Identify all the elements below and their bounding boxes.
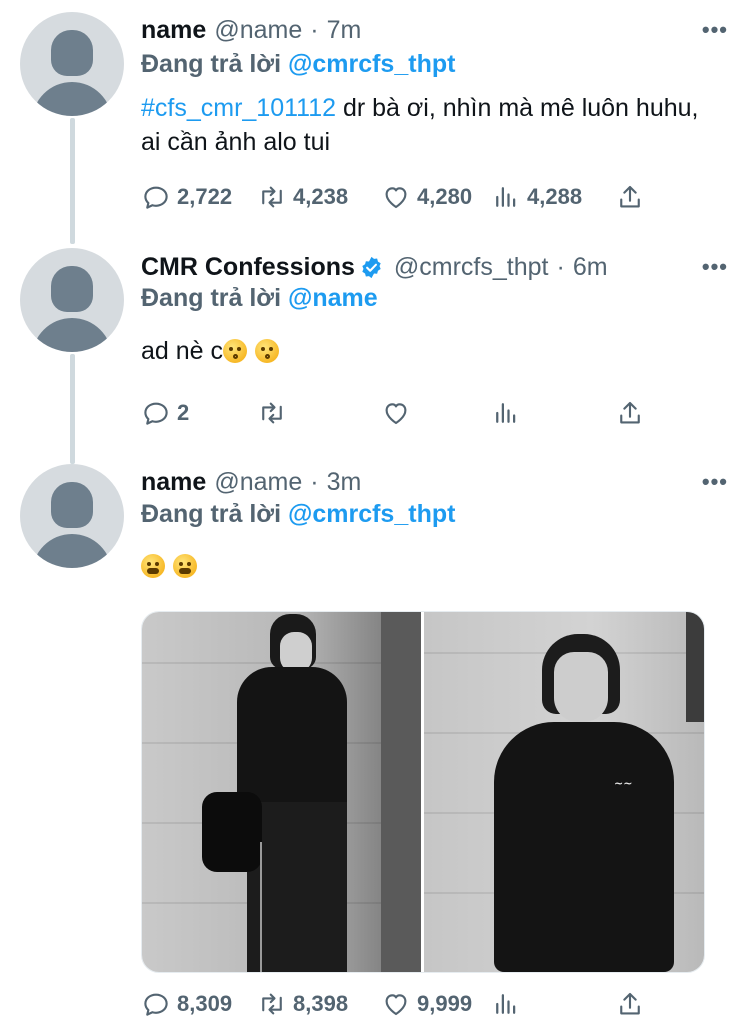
tweet-header: name @name · 3m ••• [141, 465, 728, 499]
share-button[interactable] [615, 989, 645, 1019]
share-icon [620, 401, 640, 424]
views-button[interactable] [491, 989, 615, 1019]
replying-to: Đang trả lời @cmrcfs_thpt [141, 50, 455, 79]
tweet-header: CMR Confessions @cmrcfs_thpt · 6m ••• [141, 250, 728, 284]
tired-face-emoji [141, 554, 165, 578]
separator: · [310, 467, 319, 496]
reply-button[interactable]: 8,309 [141, 989, 257, 1019]
share-icon [620, 992, 640, 1015]
display-name[interactable]: name [141, 16, 206, 45]
kissing-face-emoji [223, 339, 248, 363]
retweet-icon [262, 186, 282, 208]
replying-prefix: Đang trả lời [141, 50, 282, 78]
mention-link[interactable]: @cmrcfs_thpt [288, 500, 455, 528]
tweet[interactable]: name @name · 7m ••• Đang trả lời @cmrcfs… [0, 0, 750, 240]
reply-icon [144, 186, 168, 209]
hashtag-link[interactable]: #cfs_cmr_101112 [141, 94, 336, 122]
handle[interactable]: @name [214, 16, 302, 45]
timestamp[interactable]: 7m [327, 16, 362, 45]
tired-face-emoji [173, 554, 197, 578]
display-name[interactable]: CMR Confessions [141, 253, 355, 282]
retweet-button[interactable] [257, 398, 381, 428]
like-button[interactable]: 9,999 [381, 989, 491, 1019]
action-bar: 2,722 4,238 4,280 4,288 [141, 177, 661, 217]
mention-link[interactable]: @name [288, 284, 378, 312]
photo-right[interactable]: ~~ [424, 612, 704, 972]
tweet-header: name @name · 7m ••• [141, 13, 728, 47]
handle[interactable]: @name [214, 468, 302, 497]
avatar[interactable] [20, 464, 124, 568]
share-icon [620, 185, 640, 208]
action-bar: 2 [141, 393, 661, 433]
replying-prefix: Đang trả lời [141, 284, 282, 312]
retweet-icon [262, 402, 282, 424]
like-icon [385, 403, 407, 425]
retweet-button[interactable]: 4,238 [257, 182, 381, 212]
media-grid: ~~ [141, 611, 705, 973]
views-icon [496, 994, 516, 1014]
reply-button[interactable]: 2,722 [141, 182, 257, 212]
share-button[interactable] [615, 398, 645, 428]
replying-to: Đang trả lời @name [141, 284, 378, 313]
timestamp[interactable]: 6m [573, 253, 608, 282]
avatar[interactable] [20, 248, 124, 352]
retweet-icon [262, 993, 282, 1015]
verified-badge-icon [362, 256, 381, 278]
share-button[interactable] [615, 182, 645, 212]
views-icon [496, 403, 516, 423]
handle[interactable]: @cmrcfs_thpt [394, 253, 549, 282]
like-icon [385, 187, 407, 209]
tweet[interactable]: CMR Confessions @cmrcfs_thpt · 6m ••• Đa… [0, 240, 750, 460]
retweet-count: 8,398 [293, 991, 349, 1016]
retweet-count: 4,238 [293, 184, 349, 209]
action-bar: 8,309 8,398 9,999 [141, 984, 661, 1024]
tweet-body: ad nè c [141, 337, 224, 365]
reply-button[interactable]: 2 [141, 398, 257, 428]
like-icon [385, 994, 407, 1016]
more-icon[interactable]: ••• [702, 465, 728, 499]
views-button[interactable] [491, 398, 615, 428]
like-button[interactable]: 4,280 [381, 182, 491, 212]
reply-count: 2,722 [177, 184, 233, 209]
more-icon[interactable]: ••• [702, 13, 728, 47]
views-icon [496, 187, 516, 207]
tweet-text [141, 549, 721, 583]
reply-icon [144, 402, 168, 425]
mention-link[interactable]: @cmrcfs_thpt [288, 50, 455, 78]
more-icon[interactable]: ••• [702, 250, 728, 284]
like-count: 4,280 [417, 184, 473, 209]
separator: · [310, 15, 319, 44]
retweet-button[interactable]: 8,398 [257, 989, 381, 1019]
separator: · [556, 252, 565, 281]
reply-icon [144, 993, 168, 1016]
view-count: 4,288 [527, 184, 583, 209]
display-name[interactable]: name [141, 468, 206, 497]
like-button[interactable] [381, 398, 491, 428]
replying-to: Đang trả lời @cmrcfs_thpt [141, 500, 455, 529]
timestamp[interactable]: 3m [327, 468, 362, 497]
photo-left[interactable] [142, 612, 421, 972]
reply-count: 8,309 [177, 991, 233, 1016]
replying-prefix: Đang trả lời [141, 500, 282, 528]
tweet-text: ad nè c [141, 334, 721, 368]
kissing-face-emoji [255, 339, 280, 363]
like-count: 9,999 [417, 991, 473, 1016]
tweet-text: #cfs_cmr_101112 dr bà ơi, nhìn mà mê luô… [141, 91, 721, 159]
reply-count: 2 [177, 400, 190, 425]
views-button[interactable]: 4,288 [491, 182, 615, 212]
avatar[interactable] [20, 12, 124, 116]
